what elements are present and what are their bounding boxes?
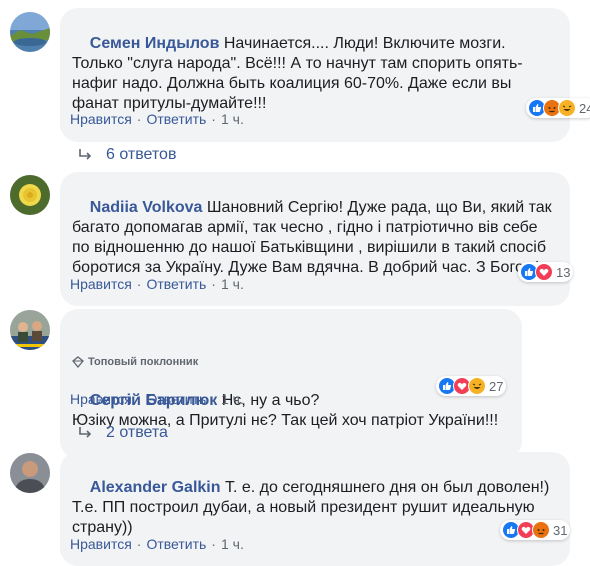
reactions-summary[interactable]: 31	[500, 520, 571, 540]
flower-avatar-icon	[10, 175, 50, 215]
avatar[interactable]	[10, 310, 50, 350]
comment-time[interactable]: 1 ч.	[221, 111, 244, 127]
haha-reaction-icon	[468, 377, 486, 395]
group-photo-avatar-icon	[10, 310, 50, 350]
avatar[interactable]	[10, 175, 50, 215]
like-link[interactable]: Нравится	[70, 391, 132, 407]
comment-author[interactable]: Nadiia Volkova	[90, 199, 203, 216]
reactions-summary[interactable]: 13	[518, 262, 574, 282]
reaction-count: 24	[579, 100, 590, 116]
comment-actions: Нравится · Ответить · 1 ч.	[70, 276, 244, 292]
angry-reaction-icon	[532, 521, 550, 539]
comment-actions: Нравится · Ответить · 1 ч.	[70, 391, 244, 407]
view-replies-link[interactable]: 6 ответов	[78, 146, 176, 164]
replies-count-label[interactable]: 6 ответов	[106, 146, 176, 164]
comment-time[interactable]: 1 ч.	[221, 391, 244, 407]
comment-actions: Нравится · Ответить · 1 ч.	[70, 536, 244, 552]
reply-link[interactable]: Ответить	[146, 111, 206, 127]
comment-author[interactable]: Alexander Galkin	[90, 479, 221, 496]
comment-time[interactable]: 1 ч.	[221, 276, 244, 292]
reply-link[interactable]: Ответить	[146, 391, 206, 407]
comment-actions: Нравится · Ответить · 1 ч.	[70, 111, 244, 127]
like-link[interactable]: Нравится	[70, 536, 132, 552]
reply-link[interactable]: Ответить	[146, 276, 206, 292]
reply-link[interactable]: Ответить	[146, 536, 206, 552]
comment-author[interactable]: Семен Индылов	[90, 35, 220, 52]
badge-label: Топовый поклонник	[88, 356, 199, 368]
top-fan-badge: Топовый поклонник	[72, 355, 510, 369]
like-link[interactable]: Нравится	[70, 111, 132, 127]
reaction-count: 13	[556, 264, 571, 280]
reactions-summary[interactable]: 24	[526, 98, 590, 118]
avatar[interactable]	[10, 453, 50, 493]
reaction-count: 31	[553, 522, 568, 538]
avatar[interactable]	[10, 12, 50, 52]
like-link[interactable]: Нравится	[70, 276, 132, 292]
badge-diamond-icon	[72, 356, 84, 368]
replies-count-label[interactable]: 2 ответа	[106, 424, 168, 442]
person-avatar-icon	[10, 453, 50, 493]
haha-reaction-icon	[558, 99, 576, 117]
reactions-summary[interactable]: 27	[436, 376, 507, 396]
love-reaction-icon	[535, 263, 553, 281]
reaction-count: 27	[489, 378, 504, 394]
avatar-image-icon	[10, 12, 50, 52]
reply-arrow-icon	[79, 149, 92, 160]
reply-arrow-icon	[79, 427, 92, 438]
view-replies-link[interactable]: 2 ответа	[78, 424, 168, 442]
comment-time[interactable]: 1 ч.	[221, 536, 244, 552]
